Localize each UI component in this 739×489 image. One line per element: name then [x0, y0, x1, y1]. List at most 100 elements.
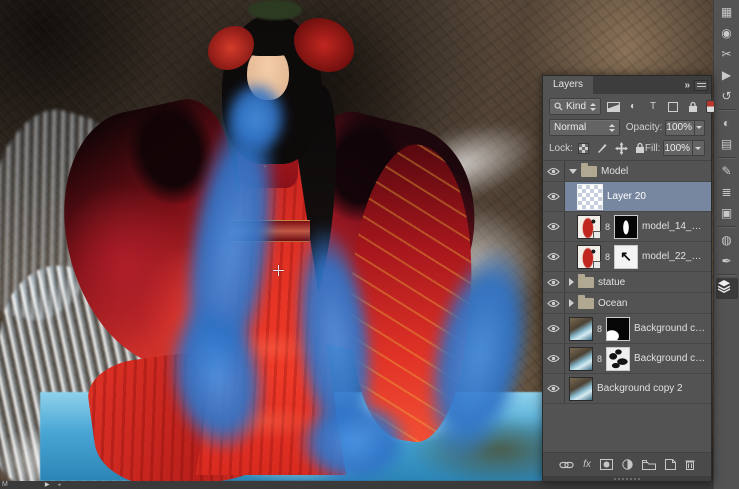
- mask-link-icon: 8: [605, 221, 611, 232]
- group-expand-triangle[interactable]: [569, 299, 574, 307]
- status-scroll-icon[interactable]: ◄: [56, 481, 61, 489]
- layer-name: statue: [598, 276, 626, 288]
- layer-thumbnail[interactable]: [569, 376, 593, 401]
- eye-icon: [547, 278, 560, 286]
- brush-crosshair-cursor: [273, 265, 284, 276]
- layer-row-background-copy[interactable]: 8 Background copy: [543, 344, 711, 374]
- filter-smart-object-icon[interactable]: [686, 100, 700, 114]
- group-expand-triangle[interactable]: [569, 278, 574, 286]
- link-layers-button[interactable]: [559, 458, 574, 472]
- status-arrow-icon[interactable]: ▶: [45, 481, 50, 489]
- layers-list: Model Layer 20 8 model_14__b... 8 ↖ mode…: [543, 161, 711, 452]
- layer-row-model-14[interactable]: 8 model_14__b...: [543, 212, 711, 242]
- visibility-toggle[interactable]: [543, 212, 565, 241]
- lock-transparency-icon[interactable]: [577, 142, 589, 154]
- collapse-panel-icon[interactable]: »: [684, 80, 690, 91]
- filter-shape-layers-icon[interactable]: [666, 100, 680, 114]
- adjustments-panel-icon[interactable]: ◐: [716, 113, 738, 134]
- dropdown-arrows-icon: [605, 123, 615, 132]
- group-row-model[interactable]: Model: [543, 161, 711, 182]
- visibility-toggle[interactable]: [543, 182, 565, 211]
- blue-paint-stroke: [298, 398, 410, 481]
- visibility-toggle[interactable]: [543, 293, 565, 313]
- eye-icon: [547, 192, 560, 201]
- visibility-toggle[interactable]: [543, 344, 565, 373]
- search-icon: [554, 102, 563, 111]
- kind-filter-dropdown[interactable]: Kind: [549, 98, 602, 115]
- folder-icon: [581, 162, 597, 177]
- group-row-statue[interactable]: statue: [543, 272, 711, 293]
- dock-separator: [717, 274, 736, 276]
- layer-row-background-copy-2[interactable]: Background copy 2: [543, 374, 711, 404]
- swatches-panel-icon[interactable]: ▦: [716, 2, 738, 23]
- photoshop-window: M ▶ ◄ ▦ ◉ ✂ ▶ ↺ ◐ ▤ ✎ ≣ ▣ ◍ ✒ Layers » K…: [0, 0, 739, 489]
- tool-presets-panel-icon[interactable]: ✂: [716, 44, 738, 65]
- visibility-toggle[interactable]: [543, 272, 565, 292]
- paths-panel-icon[interactable]: ✒: [716, 251, 738, 272]
- layer-thumbnail[interactable]: [569, 316, 593, 341]
- panel-tab-bar: Layers »: [543, 76, 711, 94]
- layer-thumbnail-transparent[interactable]: [577, 183, 603, 210]
- delete-layer-button[interactable]: [685, 458, 695, 472]
- visibility-toggle[interactable]: [543, 374, 565, 403]
- lock-all-icon[interactable]: [635, 142, 645, 154]
- lock-row: Lock: Fill: 100%: [549, 140, 705, 156]
- new-adjustment-layer-button[interactable]: [622, 458, 633, 472]
- layer-row-layer-20[interactable]: Layer 20: [543, 182, 711, 212]
- 3d-panel-icon[interactable]: ◍: [716, 230, 738, 251]
- layers-panel-icon[interactable]: [715, 278, 738, 299]
- fill-arrow-icon: [692, 141, 704, 155]
- visibility-toggle[interactable]: [543, 314, 565, 343]
- lock-position-icon[interactable]: [614, 141, 628, 155]
- panel-menu-icon[interactable]: [694, 79, 708, 91]
- layer-row-model-22[interactable]: 8 ↖ model_22_by...: [543, 242, 711, 272]
- layer-row-background-copy-3[interactable]: 8 Background copy 3: [543, 314, 711, 344]
- filter-pixel-layers-icon[interactable]: [606, 100, 620, 114]
- layer-thumbnail[interactable]: [577, 214, 601, 239]
- layer-mask-thumbnail[interactable]: [606, 346, 631, 371]
- panel-resize-grip[interactable]: [543, 476, 711, 481]
- filter-adjustment-layers-icon[interactable]: ◐: [626, 100, 640, 114]
- new-group-button[interactable]: [641, 458, 656, 472]
- mask-link-icon: 8: [597, 353, 603, 364]
- filter-type-layers-icon[interactable]: T: [646, 100, 660, 114]
- layer-style-button[interactable]: fx: [583, 458, 591, 472]
- layer-thumbnail[interactable]: [569, 346, 593, 371]
- tab-layers[interactable]: Layers: [543, 76, 594, 94]
- eye-icon: [547, 252, 560, 261]
- styles-panel-icon[interactable]: ▤: [716, 134, 738, 155]
- add-layer-mask-button[interactable]: [599, 458, 613, 472]
- new-layer-button[interactable]: [664, 458, 676, 472]
- brush-presets-panel-icon[interactable]: ≣: [716, 182, 738, 203]
- lock-image-brush-icon[interactable]: [596, 142, 608, 154]
- blend-mode-value: Normal: [554, 122, 587, 133]
- layer-thumbnail[interactable]: [577, 244, 601, 269]
- dock-separator: [717, 226, 736, 228]
- filter-toggle-switch[interactable]: [706, 100, 716, 113]
- fill-dropdown[interactable]: 100%: [663, 140, 705, 156]
- folder-icon: [578, 273, 594, 288]
- group-row-ocean[interactable]: Ocean: [543, 293, 711, 314]
- opacity-dropdown[interactable]: 100%: [665, 119, 705, 136]
- blend-mode-dropdown[interactable]: Normal: [549, 119, 620, 136]
- layer-mask-thumbnail[interactable]: ↖: [614, 244, 639, 269]
- color-panel-icon[interactable]: ◉: [716, 23, 738, 44]
- eye-icon: [547, 354, 560, 363]
- group-expand-triangle[interactable]: [569, 168, 577, 174]
- visibility-toggle[interactable]: [543, 161, 565, 181]
- clone-source-panel-icon[interactable]: ▣: [716, 203, 738, 224]
- fill-label: Fill:: [644, 142, 661, 154]
- layer-mask-thumbnail[interactable]: [606, 316, 631, 341]
- eye-icon: [547, 324, 560, 333]
- visibility-toggle[interactable]: [543, 242, 565, 271]
- layers-panel-controls: Kind ◐ T Normal Opacity: 100% Lock: Fill…: [543, 94, 716, 161]
- kind-label: Kind: [566, 101, 587, 112]
- status-bar: M ▶ ◄: [0, 481, 713, 489]
- opacity-label: Opacity:: [625, 122, 663, 133]
- opacity-value: 100%: [666, 122, 692, 133]
- brush-panel-icon[interactable]: ✎: [716, 161, 738, 182]
- actions-panel-icon[interactable]: ▶: [716, 65, 738, 86]
- history-panel-icon[interactable]: ↺: [716, 86, 738, 107]
- layers-panel: Layers » Kind ◐ T Normal Opacity: 100% L…: [542, 75, 716, 482]
- layer-mask-thumbnail[interactable]: [614, 214, 639, 239]
